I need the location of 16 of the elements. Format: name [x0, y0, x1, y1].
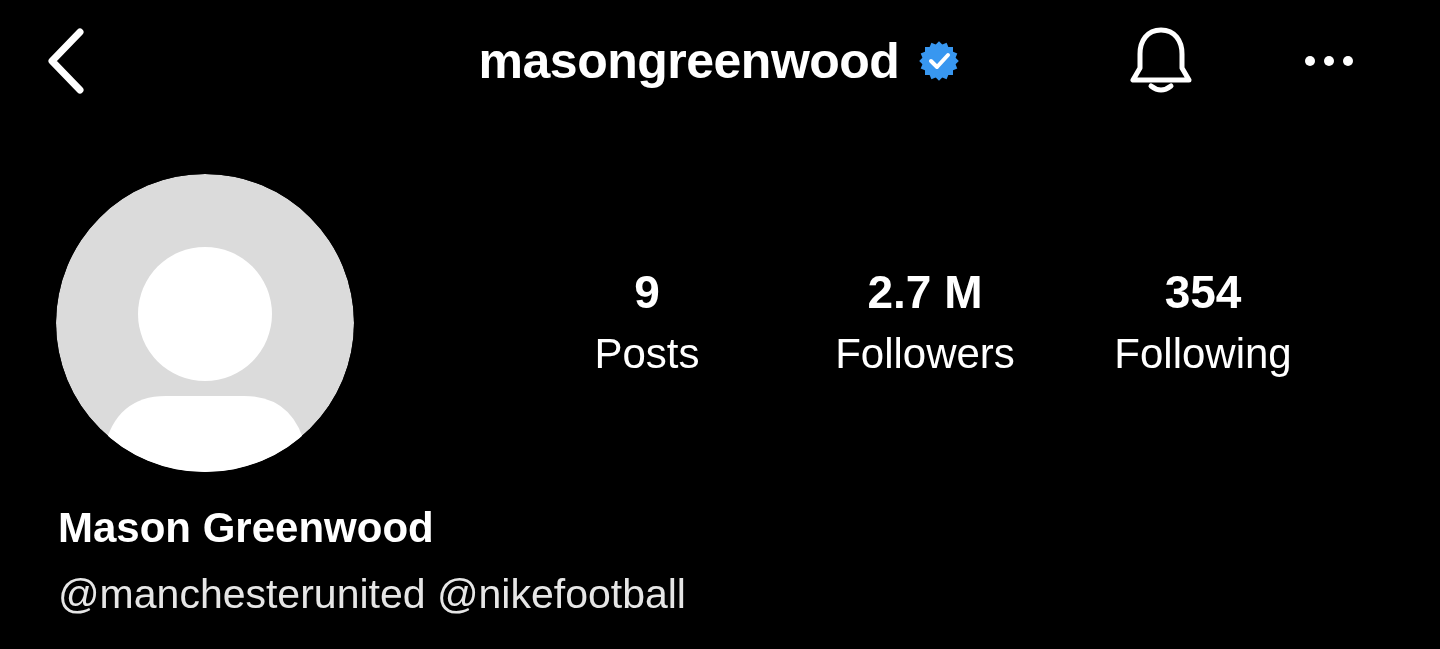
stat-button[interactable]: 354 Following — [1064, 264, 1342, 382]
stat-label: Following — [1114, 329, 1292, 379]
username-title: masongreenwood — [478, 36, 900, 86]
stat-button[interactable]: 2.7 M Followers — [786, 264, 1064, 382]
bio-text: @manchesterunited @nikefootball — [58, 570, 687, 619]
more-button[interactable] — [1304, 55, 1354, 67]
stat-label: Posts — [594, 329, 700, 379]
back-icon — [46, 28, 86, 94]
stat-value: 9 — [634, 265, 660, 320]
stat-button[interactable]: 9 Posts — [508, 264, 786, 382]
stat-label: Followers — [835, 329, 1015, 379]
stat-value: 2.7 M — [867, 265, 983, 320]
stat-value: 354 — [1164, 265, 1242, 320]
avatar-icon — [56, 174, 354, 472]
more-icon — [1304, 55, 1354, 67]
profile-name: Mason Greenwood — [58, 503, 435, 553]
